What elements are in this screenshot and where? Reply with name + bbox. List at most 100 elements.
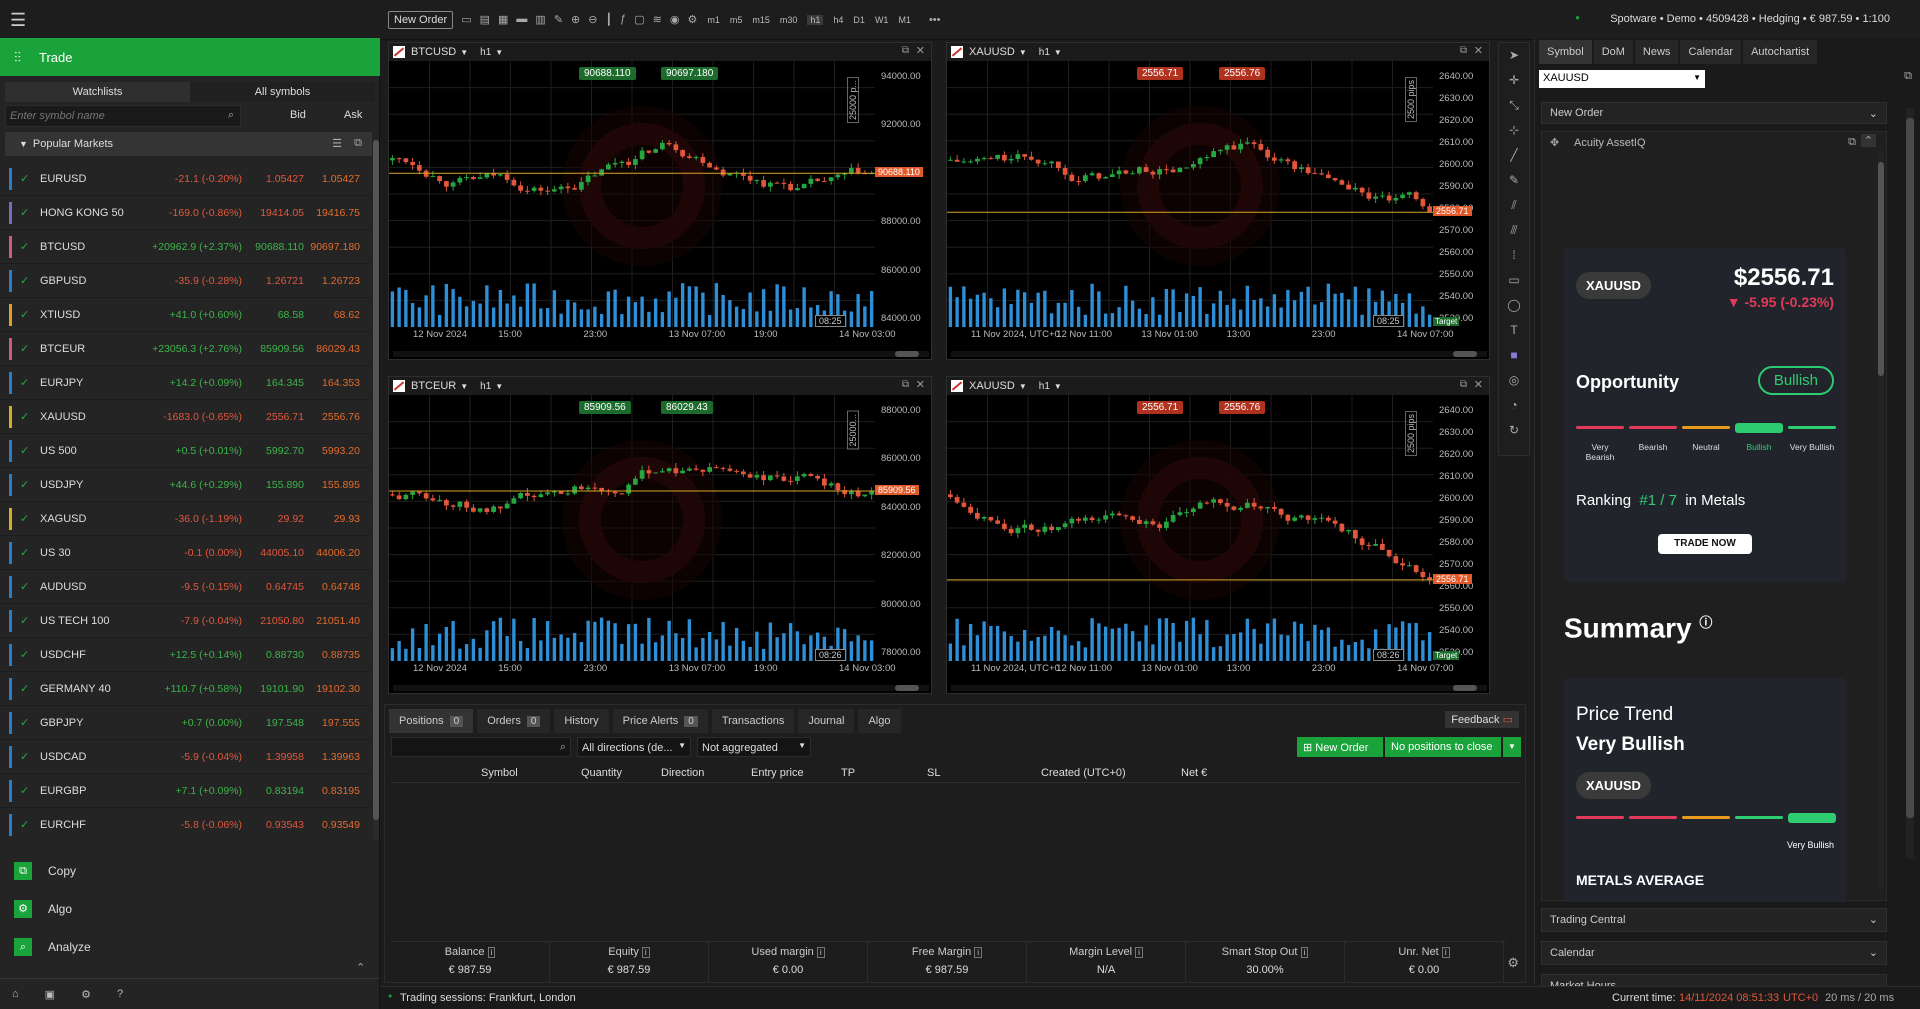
market-row[interactable]: ✓ XAGUSD -36.0 (-1.19%) 29.92 29.93	[0, 502, 372, 536]
external-link-icon[interactable]: ⧉	[1848, 136, 1856, 149]
market-row[interactable]: ✓ BTCEUR +23056.3 (+2.76%) 85909.56 86029.43	[0, 332, 372, 366]
market-row[interactable]: ✓ US 30 -0.1 (0.00%) 44005.10 44006.20	[0, 536, 372, 570]
market-row[interactable]: ✓ USDJPY +44.6 (+0.29%) 155.890 155.895	[0, 468, 372, 502]
info-icon[interactable]: ⓘ	[1699, 615, 1712, 630]
pen-icon[interactable]: ✎	[1499, 168, 1529, 193]
buy-price-button[interactable]: 2556.76	[1219, 401, 1266, 414]
chart-symbol[interactable]: BTCEUR	[411, 380, 456, 392]
watchlist-check-icon[interactable]: ✓	[20, 580, 34, 593]
chevron-down-icon[interactable]: ▼	[1054, 48, 1062, 57]
line-icon[interactable]: ╱	[1499, 143, 1529, 168]
tab-positions[interactable]: Positions 0	[389, 709, 474, 733]
column-header[interactable]: Created (UTC+0)	[1041, 767, 1126, 779]
market-row[interactable]: ✓ XTIUSD +41.0 (+0.60%) 68.58 68.62	[0, 298, 372, 332]
chevron-down-icon[interactable]: ⌄	[1869, 946, 1878, 959]
market-bid[interactable]: 155.890	[242, 479, 304, 491]
detach-icon[interactable]: ⧉	[1460, 45, 1467, 56]
timeframe-M1[interactable]: M1	[898, 15, 911, 25]
market-row[interactable]: ✓ EURCHF -5.8 (-0.06%) 0.93543 0.93549	[0, 808, 372, 838]
chart-scrollbar[interactable]	[393, 351, 929, 357]
chevron-down-icon[interactable]: ▼	[1019, 382, 1027, 391]
market-ask[interactable]: 21051.40	[304, 615, 360, 627]
tab-algo[interactable]: Algo	[858, 709, 901, 733]
info-icon[interactable]: i	[816, 947, 825, 958]
fib-icon[interactable]: ⊹	[1499, 118, 1529, 143]
market-bid[interactable]: 19414.05	[242, 207, 304, 219]
collapse-triangle-icon[interactable]: ▼	[19, 139, 28, 149]
chart-scrollbar[interactable]	[951, 351, 1487, 357]
timeframe-h4[interactable]: h4	[833, 15, 843, 25]
settings-gear-icon[interactable]: ⚙	[81, 988, 91, 1001]
detach-icon[interactable]: ⧉	[902, 45, 909, 56]
sell-price-button[interactable]: 90688.110	[579, 67, 636, 80]
grid-icon[interactable]: ▦	[498, 13, 508, 26]
external-link-icon[interactable]: ⧉	[354, 137, 362, 150]
timeframe-m15[interactable]: m15	[752, 15, 770, 25]
timeframe-m1[interactable]: m1	[707, 15, 720, 25]
chevron-down-icon[interactable]: ⌄	[1869, 913, 1878, 926]
single-chart-icon[interactable]: ▬	[516, 13, 527, 26]
settings-icon[interactable]: ⚙	[687, 13, 697, 26]
channel-icon[interactable]: ⫽	[1499, 193, 1529, 218]
info-icon[interactable]: i	[1300, 947, 1309, 958]
chevron-down-icon[interactable]: ⌄	[1869, 107, 1878, 120]
column-header[interactable]: SL	[927, 767, 940, 779]
market-ask[interactable]: 86029.43	[304, 343, 360, 355]
camera-icon[interactable]: ◎	[1499, 368, 1529, 393]
tab-dom[interactable]: DoM	[1593, 40, 1633, 64]
info-icon[interactable]: i	[487, 947, 496, 958]
market-ask[interactable]: 68.62	[304, 309, 360, 321]
market-list-scrollbar[interactable]	[373, 140, 379, 840]
column-header[interactable]: Net €	[1181, 767, 1207, 779]
info-icon[interactable]: i	[1441, 947, 1450, 958]
tab-price-alerts[interactable]: Price Alerts 0	[612, 709, 708, 733]
tab-journal[interactable]: Journal	[798, 709, 855, 733]
detach-icon[interactable]: ⧉	[1460, 379, 1467, 390]
settings-gear-icon[interactable]: ⚙	[1507, 955, 1519, 971]
chevron-down-icon[interactable]: ▼	[495, 382, 503, 391]
symbol-search[interactable]: ⌕	[5, 105, 241, 127]
tab-history[interactable]: History	[554, 709, 609, 733]
bank-icon[interactable]: ⌂	[12, 988, 19, 1000]
timeframe-m30[interactable]: m30	[780, 15, 798, 25]
market-ask[interactable]: 164.353	[304, 377, 360, 389]
list-view-icon[interactable]: ☰	[332, 137, 342, 150]
market-ask[interactable]: 155.895	[304, 479, 360, 491]
market-row[interactable]: ✓ HONG KONG 50 -169.0 (-0.86%) 19414.05 1941…	[0, 196, 372, 230]
fill-icon[interactable]: ■	[1499, 343, 1529, 368]
watchlist-check-icon[interactable]: ✓	[20, 512, 34, 525]
tab-orders[interactable]: Orders 0	[477, 709, 551, 733]
tab-transactions[interactable]: Transactions	[711, 709, 795, 733]
market-bid[interactable]: 85909.56	[242, 343, 304, 355]
buy-price-button[interactable]: 90697.180	[661, 67, 719, 80]
market-row[interactable]: ✓ AUDUSD -9.5 (-0.15%) 0.64745 0.64748	[0, 570, 372, 604]
market-ask[interactable]: 19102.30	[304, 683, 360, 695]
chart-timeframe[interactable]: h1	[1039, 47, 1050, 58]
trend-icon[interactable]: ⤡	[1499, 93, 1529, 118]
close-all-dropdown-icon[interactable]: ▼	[1503, 737, 1521, 757]
market-bid[interactable]: 44005.10	[242, 547, 304, 559]
market-row[interactable]: ✓ USDCHF +12.5 (+0.14%) 0.88730 0.88735	[0, 638, 372, 672]
symbol-search-input[interactable]	[6, 106, 206, 126]
chart-scrollbar[interactable]	[393, 685, 929, 691]
column-header[interactable]: Quantity	[581, 767, 622, 779]
positions-search-input[interactable]: ⌕	[391, 737, 571, 757]
timeframe-D1[interactable]: D1	[853, 15, 865, 25]
trade-now-button[interactable]: TRADE NOW	[1658, 534, 1752, 554]
column-header[interactable]: Symbol	[481, 767, 518, 779]
rectangle-icon[interactable]: ▭	[1499, 268, 1529, 293]
market-bid[interactable]: 0.93543	[242, 819, 304, 831]
chevron-down-icon[interactable]: ▼	[1054, 382, 1062, 391]
watchlist-check-icon[interactable]: ✓	[20, 206, 34, 219]
nav-analyze[interactable]: ⌕ Analyze	[0, 928, 380, 966]
new-order-button[interactable]: New Order	[388, 10, 454, 29]
tab-symbol[interactable]: Symbol	[1539, 40, 1592, 64]
market-bid[interactable]: 1.05427	[242, 173, 304, 185]
new-order-button[interactable]: ⊞ New Order	[1297, 737, 1383, 757]
market-ask[interactable]: 1.05427	[304, 173, 360, 185]
timezone[interactable]: UTC+0	[1783, 992, 1818, 1004]
market-bid[interactable]: 29.92	[242, 513, 304, 525]
search-icon[interactable]: ⌕	[228, 109, 234, 122]
popular-markets-header[interactable]: ▼ Popular Markets ☰ ⧉	[5, 132, 372, 156]
market-bid[interactable]: 19101.90	[242, 683, 304, 695]
